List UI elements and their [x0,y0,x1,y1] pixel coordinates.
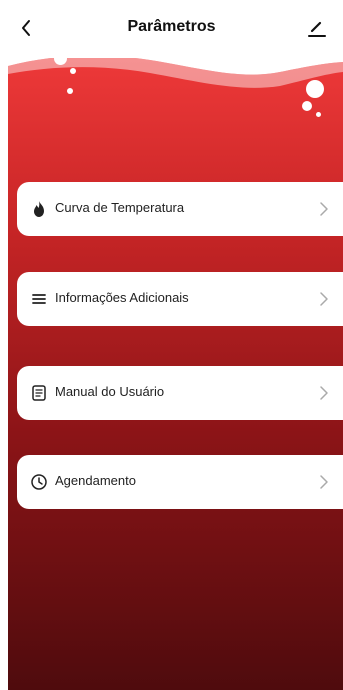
document-icon [32,385,46,401]
chevron-right-icon [320,475,328,489]
bubble-decoration [67,88,73,94]
menu-item-curva-de-temperatura[interactable]: Curva de Temperatura [17,182,343,236]
bubble-decoration [302,101,312,111]
menu-item-agendamento[interactable]: Agendamento [17,455,343,509]
bubble-decoration [54,52,67,65]
menu-item-manual-do-usuario[interactable]: Manual do Usuário [17,366,343,420]
page-title: Parâmetros [127,18,216,35]
chevron-right-icon [320,386,328,400]
menu-item-label: Agendamento [55,473,136,488]
chevron-right-icon [320,202,328,216]
menu-item-informacoes-adicionais[interactable]: Informações Adicionais [17,272,343,326]
flame-icon [34,201,44,217]
top-bar: Parâmetros [0,0,343,58]
pencil-icon [308,21,326,37]
menu-item-label: Manual do Usuário [55,384,165,399]
menu-item-label: Informações Adicionais [55,290,189,305]
bubble-decoration [70,68,76,74]
chevron-right-icon [320,292,328,306]
list-icon [32,294,46,304]
menu-item-label: Curva de Temperatura [55,200,185,215]
edit-button[interactable] [305,16,329,40]
bubble-decoration [316,112,321,117]
clock-icon [31,474,47,490]
bubble-decoration [306,80,324,98]
